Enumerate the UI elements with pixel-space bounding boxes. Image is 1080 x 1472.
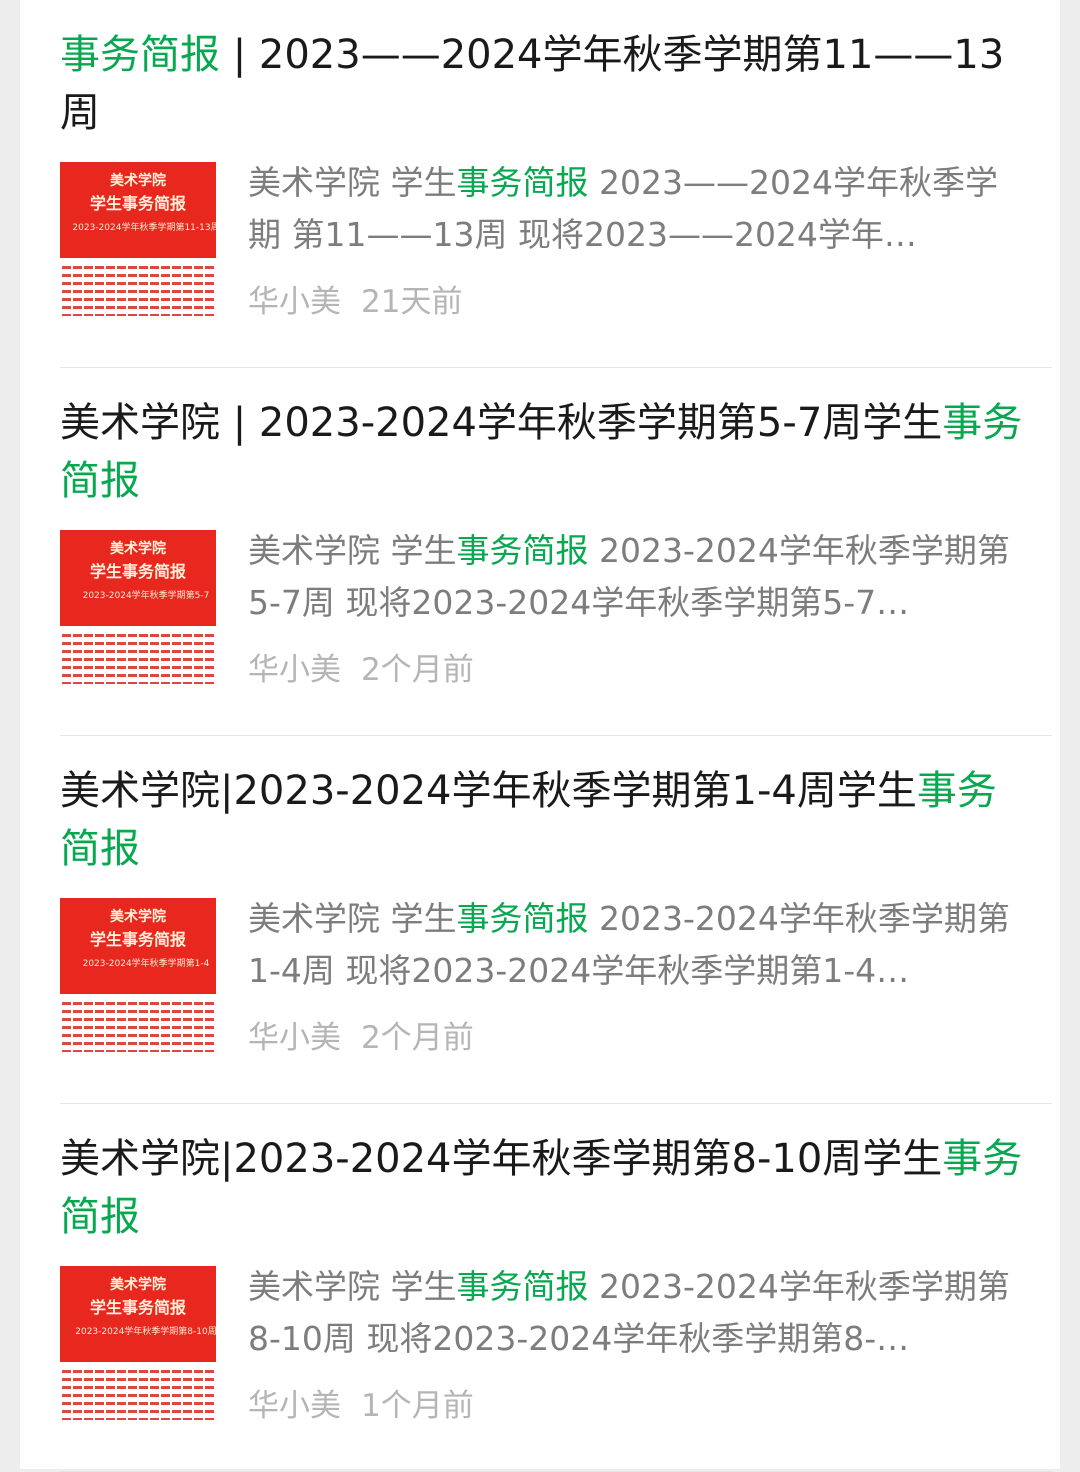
search-results-panel: 事务简报 | 2023——2024学年秋季学期第11——13周 美术学院 学生事… [20, 0, 1060, 1472]
thumbnail-line-1: 美术学院 [110, 173, 166, 189]
article-item-1[interactable]: 事务简报 | 2023——2024学年秋季学期第11——13周 美术学院 学生事… [60, 0, 1052, 368]
title-text: 美术学院|2023-2024学年秋季学期第8-10周学生 [60, 1136, 943, 1182]
thumbnail-body-text [62, 266, 214, 316]
thumbnail-line-2: 学生事务简报 [89, 930, 186, 949]
summary-text: 美术学院 学生 [248, 531, 457, 570]
article-thumbnail[interactable]: 美术学院 学生事务简报 2023-2024学年秋季学期第5-7 [60, 530, 216, 686]
article-thumbnail[interactable]: 美术学院 学生事务简报 2023-2024学年秋季学期第8-10周 [60, 1266, 216, 1422]
thumbnail-body-text [62, 1002, 214, 1052]
thumbnail-body-text [62, 1370, 214, 1420]
author-name: 华小美 [248, 1020, 341, 1056]
thumbnail-line-1: 美术学院 [110, 909, 166, 925]
thumbnail-line-3: 2023-2024学年秋季学期第11-13周 [72, 223, 216, 233]
thumbnail-line-2: 学生事务简报 [89, 1298, 186, 1317]
thumbnail-line-1: 美术学院 [110, 1277, 166, 1293]
article-title[interactable]: 美术学院|2023-2024学年秋季学期第1-4周学生事务简报 [60, 762, 1030, 878]
article-meta: 华小美 21天前 [248, 280, 462, 324]
author-name: 华小美 [248, 284, 341, 320]
thumbnail-line-2: 学生事务简报 [89, 562, 186, 581]
article-thumbnail[interactable]: 美术学院 学生事务简报 2023-2024学年秋季学期第1-4 [60, 898, 216, 1054]
publish-time: 1个月前 [361, 1388, 474, 1424]
summary-highlight: 事务简报 [456, 899, 589, 938]
title-text: 美术学院|2023-2024学年秋季学期第1-4周学生 [60, 768, 917, 814]
summary-text: 美术学院 学生 [248, 1267, 457, 1306]
summary-text: 美术学院 学生 [248, 163, 457, 202]
article-item-4[interactable]: 美术学院|2023-2024学年秋季学期第8-10周学生事务简报 美术学院 学生… [60, 1104, 1052, 1472]
article-item-3[interactable]: 美术学院|2023-2024学年秋季学期第1-4周学生事务简报 美术学院 学生事… [60, 736, 1052, 1104]
article-summary: 美术学院 学生事务简报 2023-2024学年秋季学期第8-10周 现将2023… [248, 1261, 1018, 1365]
article-item-2[interactable]: 美术学院 | 2023-2024学年秋季学期第5-7周学生事务简报 美术学院 学… [60, 368, 1052, 736]
article-title[interactable]: 美术学院|2023-2024学年秋季学期第8-10周学生事务简报 [60, 1130, 1030, 1246]
summary-text: 美术学院 学生 [248, 899, 457, 938]
article-meta: 华小美 2个月前 [248, 648, 474, 692]
publish-time: 2个月前 [361, 1020, 474, 1056]
article-title[interactable]: 美术学院 | 2023-2024学年秋季学期第5-7周学生事务简报 [60, 394, 1030, 510]
article-summary: 美术学院 学生事务简报 2023-2024学年秋季学期第1-4周 现将2023-… [248, 893, 1018, 997]
thumbnail-line-1: 美术学院 [110, 541, 166, 557]
article-thumbnail[interactable]: 美术学院 学生事务简报 2023-2024学年秋季学期第11-13周 [60, 162, 216, 318]
article-meta: 华小美 1个月前 [248, 1384, 474, 1428]
article-meta: 华小美 2个月前 [248, 1016, 474, 1060]
summary-highlight: 事务简报 [456, 1267, 589, 1306]
author-name: 华小美 [248, 1388, 341, 1424]
thumbnail-banner: 美术学院 学生事务简报 2023-2024学年秋季学期第5-7 [60, 530, 216, 626]
thumbnail-banner: 美术学院 学生事务简报 2023-2024学年秋季学期第11-13周 [60, 162, 216, 258]
article-summary: 美术学院 学生事务简报 2023——2024学年秋季学期 第11——13周 现将… [248, 157, 1018, 261]
summary-highlight: 事务简报 [456, 163, 589, 202]
publish-time: 2个月前 [361, 652, 474, 688]
summary-highlight: 事务简报 [456, 531, 589, 570]
title-highlight: 事务简报 [60, 32, 220, 78]
author-name: 华小美 [248, 652, 341, 688]
thumbnail-line-2: 学生事务简报 [89, 194, 186, 213]
thumbnail-line-3: 2023-2024学年秋季学期第1-4 [82, 959, 210, 969]
title-text: 美术学院 | 2023-2024学年秋季学期第5-7周学生 [60, 400, 943, 446]
article-summary: 美术学院 学生事务简报 2023-2024学年秋季学期第5-7周 现将2023-… [248, 525, 1018, 629]
article-title[interactable]: 事务简报 | 2023——2024学年秋季学期第11——13周 [60, 26, 1030, 142]
thumbnail-banner: 美术学院 学生事务简报 2023-2024学年秋季学期第1-4 [60, 898, 216, 994]
publish-time: 21天前 [361, 284, 463, 320]
thumbnail-line-3: 2023-2024学年秋季学期第8-10周 [75, 1327, 216, 1337]
thumbnail-banner: 美术学院 学生事务简报 2023-2024学年秋季学期第8-10周 [60, 1266, 216, 1362]
thumbnail-body-text [62, 634, 214, 684]
thumbnail-line-3: 2023-2024学年秋季学期第5-7 [82, 591, 210, 601]
